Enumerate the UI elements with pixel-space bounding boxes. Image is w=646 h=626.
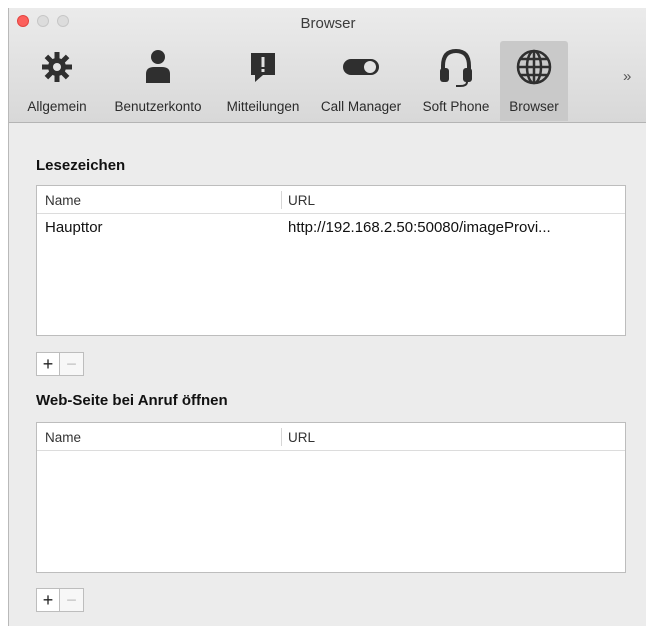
column-header-name[interactable]: Name xyxy=(45,430,81,445)
gear-icon xyxy=(42,52,72,82)
bookmarks-table[interactable]: Name URL Haupttor http://192.168.2.50:50… xyxy=(36,185,626,336)
window-title: Browser xyxy=(300,15,356,32)
preferences-window: Browser Allgemein Benutzerkonto Mitteilu… xyxy=(8,8,646,626)
column-divider[interactable] xyxy=(281,428,282,446)
bookmarks-title: Lesezeichen xyxy=(36,157,126,174)
user-icon xyxy=(146,50,170,83)
browser-pane: Lesezeichen Name URL Haupttor http://192… xyxy=(9,124,646,626)
call-page-edit-buttons: + − xyxy=(36,588,84,612)
toolbar-overflow-button[interactable]: » xyxy=(623,68,631,85)
tab-benutzerkonto[interactable]: Benutzerkonto xyxy=(102,41,214,121)
toolbar: Browser Allgemein Benutzerkonto Mitteilu… xyxy=(9,8,646,123)
table-row[interactable]: Haupttor http://192.168.2.50:50080/image… xyxy=(37,214,625,240)
remove-bookmark-button[interactable]: − xyxy=(60,352,84,376)
column-header-url[interactable]: URL xyxy=(288,430,315,445)
headset-icon xyxy=(440,48,472,87)
tab-soft-phone[interactable]: Soft Phone xyxy=(412,41,500,121)
tab-mitteilungen[interactable]: Mitteilungen xyxy=(215,41,311,121)
column-header-name[interactable]: Name xyxy=(45,193,81,208)
tab-allgemein[interactable]: Allgemein xyxy=(13,41,101,121)
bookmarks-table-header: Name URL xyxy=(37,186,625,214)
tab-call-manager[interactable]: Call Manager xyxy=(311,41,411,121)
call-page-title: Web-Seite bei Anruf öffnen xyxy=(36,392,228,409)
globe-icon xyxy=(516,49,552,85)
add-bookmark-button[interactable]: + xyxy=(36,352,60,376)
tab-browser[interactable]: Browser xyxy=(500,41,568,121)
bookmark-url: http://192.168.2.50:50080/imageProvi... xyxy=(288,219,551,236)
message-icon xyxy=(251,53,275,82)
toggle-icon xyxy=(343,59,379,75)
column-divider[interactable] xyxy=(281,191,282,209)
add-call-page-button[interactable]: + xyxy=(36,588,60,612)
remove-call-page-button[interactable]: − xyxy=(60,588,84,612)
bookmark-name: Haupttor xyxy=(45,219,103,236)
column-header-url[interactable]: URL xyxy=(288,193,315,208)
bookmarks-edit-buttons: + − xyxy=(36,352,84,376)
call-page-table[interactable]: Name URL xyxy=(36,422,626,573)
call-page-table-header: Name URL xyxy=(37,423,625,451)
